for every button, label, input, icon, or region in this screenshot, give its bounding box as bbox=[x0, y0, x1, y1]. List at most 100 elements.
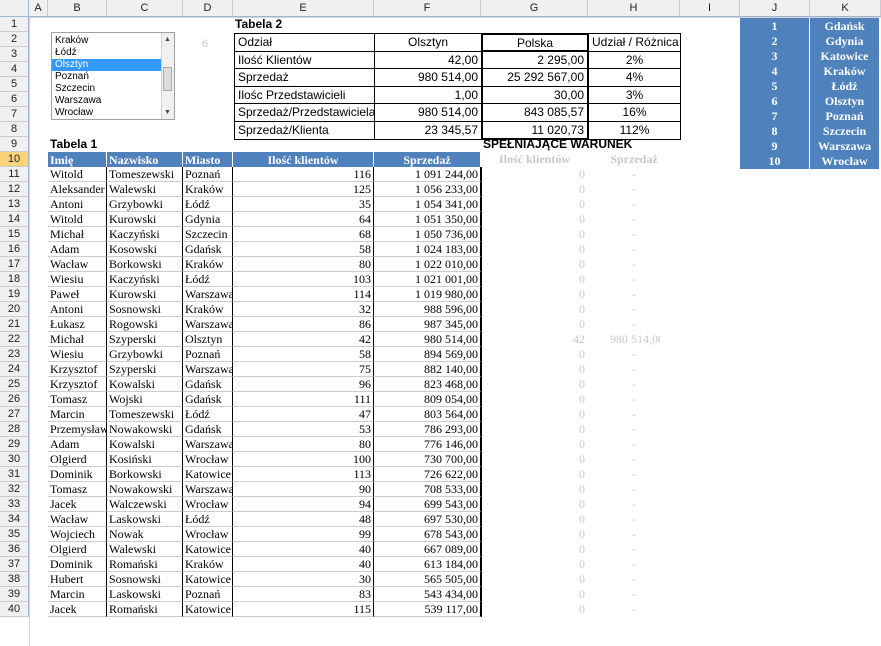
listbox-item[interactable]: Warszawa bbox=[52, 95, 174, 107]
tabela1-cell[interactable]: 1 019 980,00 bbox=[374, 287, 481, 302]
tabela1-cell[interactable]: Wrocław bbox=[183, 497, 233, 512]
tabela1-cell[interactable]: Nowakowski bbox=[107, 482, 183, 497]
city-name[interactable]: Wrocław bbox=[810, 153, 880, 170]
tabela1-cell[interactable]: Michał bbox=[48, 227, 107, 242]
row-header-8[interactable]: 8 bbox=[0, 122, 29, 137]
tabela1-cell[interactable]: 96 bbox=[233, 377, 374, 392]
spelniajace-cell[interactable]: - bbox=[608, 437, 660, 452]
row-header-37[interactable]: 37 bbox=[0, 557, 29, 572]
tabela1-cell[interactable]: Łukasz bbox=[48, 317, 107, 332]
tabela1-cell[interactable]: Marcin bbox=[48, 407, 107, 422]
spelniajace-cell[interactable]: - bbox=[608, 362, 660, 377]
tabela1-cell[interactable]: Wojciech bbox=[48, 527, 107, 542]
tabela2-cell[interactable]: Ilość Klientów bbox=[234, 50, 375, 70]
tabela1-cell[interactable]: 1 051 350,00 bbox=[374, 212, 481, 227]
spelniajace-cell[interactable]: 0 bbox=[481, 182, 587, 197]
listbox-item[interactable]: Łódź bbox=[52, 47, 174, 59]
tabela1-cell[interactable]: Wacław bbox=[48, 257, 107, 272]
tabela1-cell[interactable]: 1 054 341,00 bbox=[374, 197, 481, 212]
row-header-23[interactable]: 23 bbox=[0, 347, 29, 362]
tabela2-cell[interactable]: 2% bbox=[588, 50, 681, 70]
spelniajace-cell[interactable]: 0 bbox=[481, 197, 587, 212]
tabela1-cell[interactable]: Łódź bbox=[183, 272, 233, 287]
row-header-6[interactable]: 6 bbox=[0, 92, 29, 107]
tabela1-cell[interactable]: Katowice bbox=[183, 467, 233, 482]
tabela1-cell[interactable]: 1 091 244,00 bbox=[374, 167, 481, 182]
tabela1-cell[interactable]: 114 bbox=[233, 287, 374, 302]
tabela1-cell[interactable]: 1 022 010,00 bbox=[374, 257, 481, 272]
column-header-f[interactable]: F bbox=[374, 0, 481, 17]
spelniajace-cell[interactable]: - bbox=[608, 287, 660, 302]
tabela1-cell[interactable]: Witold bbox=[48, 212, 107, 227]
spelniajace-cell[interactable]: - bbox=[608, 542, 660, 557]
tabela1-cell[interactable]: Olgierd bbox=[48, 452, 107, 467]
spelniajace-cell[interactable]: 0 bbox=[481, 467, 587, 482]
spelniajace-cell[interactable]: 42 bbox=[481, 332, 587, 347]
tabela1-cell[interactable]: 726 622,00 bbox=[374, 467, 481, 482]
tabela1-cell[interactable]: Gdańsk bbox=[183, 242, 233, 257]
tabela2-cell[interactable]: 16% bbox=[588, 103, 681, 122]
scroll-up-icon[interactable]: ▲ bbox=[164, 36, 171, 43]
tabela1-cell[interactable]: Tomasz bbox=[48, 482, 107, 497]
spelniajace-cell[interactable]: - bbox=[608, 572, 660, 587]
tabela1-cell[interactable]: 697 530,00 bbox=[374, 512, 481, 527]
row-header-26[interactable]: 26 bbox=[0, 392, 29, 407]
tabela1-cell[interactable]: 48 bbox=[233, 512, 374, 527]
tabela1-cell[interactable]: Sosnowski bbox=[107, 572, 183, 587]
tabela2-cell[interactable]: 4% bbox=[588, 68, 681, 87]
listbox-item[interactable]: Olsztyn bbox=[52, 59, 174, 71]
spelniajace-cell[interactable]: - bbox=[608, 527, 660, 542]
tabela1-cell[interactable]: Wiesiu bbox=[48, 272, 107, 287]
row-header-3[interactable]: 3 bbox=[0, 47, 29, 62]
tabela1-header[interactable]: Sprzedaż bbox=[374, 152, 481, 167]
tabela1-cell[interactable]: Michał bbox=[48, 332, 107, 347]
listbox-item[interactable]: Kraków bbox=[52, 35, 174, 47]
tabela1-cell[interactable]: 90 bbox=[233, 482, 374, 497]
row-header-1[interactable]: 1 bbox=[0, 17, 29, 32]
tabela1-cell[interactable]: 1 050 736,00 bbox=[374, 227, 481, 242]
tabela1-cell[interactable]: Kraków bbox=[183, 257, 233, 272]
row-header-9[interactable]: 9 bbox=[0, 137, 29, 152]
tabela1-cell[interactable]: Witold bbox=[48, 167, 107, 182]
tabela1-cell[interactable]: 35 bbox=[233, 197, 374, 212]
spelniajace-cell[interactable]: - bbox=[608, 257, 660, 272]
listbox-item[interactable]: Poznań bbox=[52, 71, 174, 83]
tabela1-cell[interactable]: Grzybowki bbox=[107, 347, 183, 362]
column-header-k[interactable]: K bbox=[810, 0, 881, 17]
tabela1-cell[interactable]: 116 bbox=[233, 167, 374, 182]
row-header-34[interactable]: 34 bbox=[0, 512, 29, 527]
listbox-linked-cell[interactable]: 6 bbox=[200, 37, 220, 52]
tabela1-cell[interactable]: Grzybowki bbox=[107, 197, 183, 212]
column-header-e[interactable]: E bbox=[233, 0, 374, 17]
tabela1-cell[interactable]: Katowice bbox=[183, 542, 233, 557]
tabela2-cell[interactable]: 3% bbox=[588, 85, 681, 105]
spelniajace-cell[interactable]: 980 514,00 bbox=[608, 332, 660, 347]
tabela1-cell[interactable]: Szczecin bbox=[183, 227, 233, 242]
tabela1-cell[interactable]: Warszawa bbox=[183, 362, 233, 377]
spelniajace-cell[interactable]: - bbox=[608, 272, 660, 287]
tabela1-cell[interactable]: Katowice bbox=[183, 602, 233, 617]
spelniajace-cell[interactable]: - bbox=[608, 197, 660, 212]
tabela1-cell[interactable]: 53 bbox=[233, 422, 374, 437]
row-header-32[interactable]: 32 bbox=[0, 482, 29, 497]
city-number[interactable]: 10 bbox=[740, 153, 810, 170]
column-header-j[interactable]: J bbox=[740, 0, 810, 17]
tabela1-cell[interactable]: 100 bbox=[233, 452, 374, 467]
tabela2-cell[interactable]: Sprzedaż/Klienta bbox=[234, 121, 375, 140]
spelniajace-cell[interactable]: 0 bbox=[481, 392, 587, 407]
spelniajace-cell[interactable]: - bbox=[608, 467, 660, 482]
spelniajace-cell[interactable]: - bbox=[608, 482, 660, 497]
tabela1-cell[interactable]: Warszawa bbox=[183, 317, 233, 332]
tabela1-cell[interactable]: Borkowski bbox=[107, 467, 183, 482]
tabela1-cell[interactable]: Dominik bbox=[48, 467, 107, 482]
tabela1-cell[interactable]: 988 596,00 bbox=[374, 302, 481, 317]
spelniajace-cell[interactable]: - bbox=[608, 302, 660, 317]
tabela2-cell[interactable]: 42,00 bbox=[374, 50, 482, 70]
tabela1-cell[interactable]: Wojski bbox=[107, 392, 183, 407]
tabela1-cell[interactable]: Poznań bbox=[183, 347, 233, 362]
spelniajace-cell[interactable]: 0 bbox=[481, 602, 587, 617]
tabela1-cell[interactable]: Jacek bbox=[48, 602, 107, 617]
tabela1-cell[interactable]: Kosowski bbox=[107, 242, 183, 257]
spelniajace-cell[interactable]: - bbox=[608, 407, 660, 422]
row-header-15[interactable]: 15 bbox=[0, 227, 29, 242]
